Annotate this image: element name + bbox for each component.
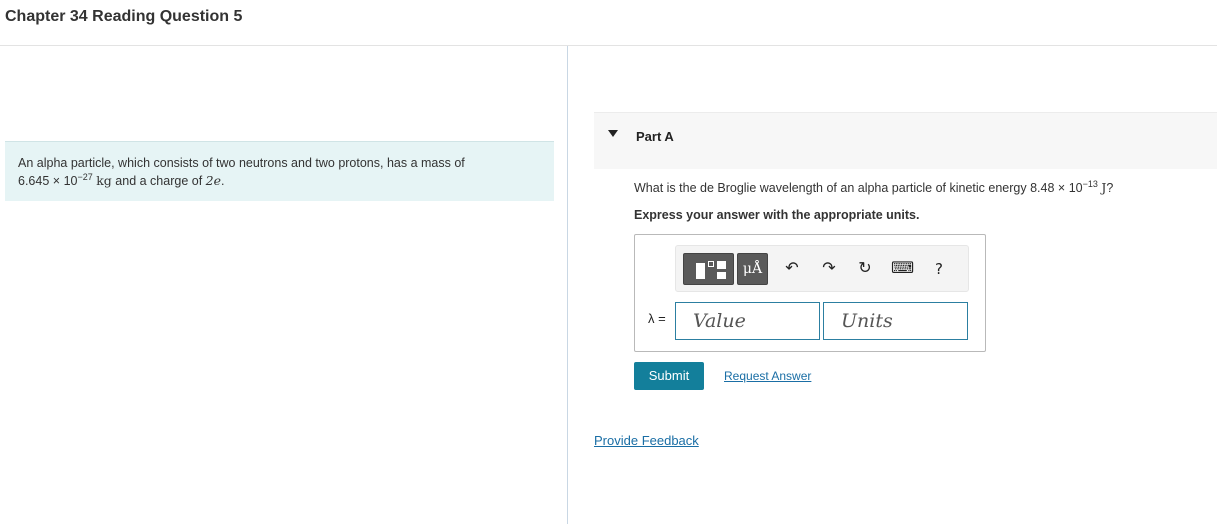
template-box-icon <box>708 261 714 267</box>
page-title: Chapter 34 Reading Question 5 <box>5 8 243 25</box>
page-header: Chapter 34 Reading Question 5 <box>0 0 1217 46</box>
mass-base: 10 <box>63 174 78 188</box>
answer-variable-label: λ = <box>648 311 666 326</box>
value-input[interactable] <box>676 303 819 339</box>
charge-value: 2e <box>205 173 222 188</box>
energy-mantissa: 8.48 <box>1030 181 1055 195</box>
question-body: What is the de Broglie wavelength of an … <box>634 181 1027 195</box>
part-label: Part A <box>636 129 674 144</box>
answer-box: μÅ ↶ ↷ ↻ ⌨ ? λ = <box>634 234 986 352</box>
question-text: What is the de Broglie wavelength of an … <box>634 178 1114 195</box>
provide-feedback-link[interactable]: Provide Feedback <box>594 433 699 448</box>
charge-text: and a charge of <box>115 174 203 188</box>
energy-base: 10 <box>1068 181 1083 195</box>
keyboard-icon[interactable]: ⌨ <box>891 258 914 280</box>
part-a-header[interactable]: Part A <box>594 112 1217 169</box>
units-button[interactable]: μÅ <box>737 253 768 285</box>
request-answer-link[interactable]: Request Answer <box>724 369 811 383</box>
units-field <box>823 302 968 340</box>
answer-instruction: Express your answer with the appropriate… <box>634 208 920 222</box>
intro-period: . <box>221 174 225 188</box>
energy-exponent: −13 <box>1082 178 1098 189</box>
math-toolbar: μÅ ↶ ↷ ↻ ⌨ ? <box>675 245 969 292</box>
units-input[interactable] <box>824 303 967 339</box>
template-block-icon <box>696 263 705 279</box>
problem-intro: An alpha particle, which consists of two… <box>5 141 554 201</box>
collapse-caret-icon[interactable] <box>608 130 618 137</box>
submit-button[interactable]: Submit <box>634 362 704 390</box>
redo-icon[interactable]: ↷ <box>818 258 840 280</box>
question-end: ? <box>1106 181 1114 195</box>
template-block-icon <box>717 272 726 279</box>
help-icon[interactable]: ? <box>928 258 950 280</box>
undo-icon[interactable]: ↶ <box>781 258 803 280</box>
intro-text: An alpha particle, which consists of two… <box>18 156 465 170</box>
times-sign: × <box>1057 181 1066 195</box>
mass-exponent: −27 <box>77 171 93 182</box>
mass-unit: kg <box>96 173 112 188</box>
mass-mantissa: 6.645 <box>18 174 50 188</box>
times-sign: × <box>52 174 61 188</box>
template-block-icon <box>717 261 726 269</box>
reset-icon[interactable]: ↻ <box>854 258 876 280</box>
templates-button[interactable] <box>683 253 734 285</box>
column-divider <box>567 46 568 524</box>
value-field <box>675 302 820 340</box>
